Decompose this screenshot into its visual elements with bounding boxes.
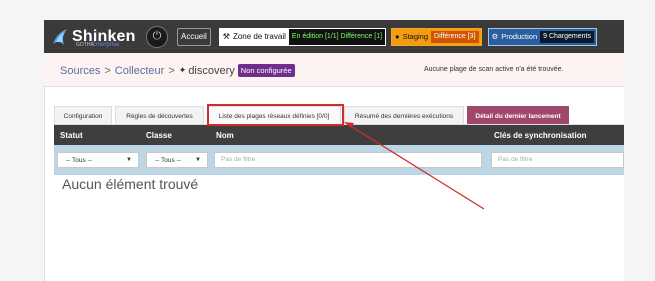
workspace-label: ⚒ Zone de travail xyxy=(219,28,289,45)
breadcrumb-separator: > xyxy=(168,64,175,77)
workspace-status: En édition [1/1] Différence [1] xyxy=(288,28,386,45)
staging-status: Différence [3] xyxy=(431,30,479,43)
breadcrumb-bar: Sources > Collecteur > ✦ discovery Non c… xyxy=(44,53,624,87)
workspace-button[interactable]: ⚒ Zone de travail En édition [1/1] Diffé… xyxy=(218,27,387,46)
top-navigation-bar: Shinken GOTHA Enterprise ⏻ Accueil ⚒ Zon… xyxy=(44,20,624,53)
status-filter-value: -- Tous -- xyxy=(66,156,92,164)
tab-discovery-rules[interactable]: Règles de découvertes xyxy=(115,106,204,125)
home-button[interactable]: Accueil xyxy=(177,27,211,46)
power-icon[interactable]: ⏻ xyxy=(146,25,168,48)
production-status: 9 Chargements xyxy=(540,30,594,43)
tab-bar: Configuration Règles de découvertes List… xyxy=(54,106,572,125)
table-header: Statut Classe Nom Clés de synchronisatio… xyxy=(54,125,624,145)
browser-viewport: Shinken GOTHA Enterprise ⏻ Accueil ⚒ Zon… xyxy=(0,0,655,281)
shinken-logo-icon xyxy=(53,28,67,45)
discovery-icon: ✦ xyxy=(178,65,187,75)
production-button[interactable]: ⚙ Production 9 Chargements xyxy=(487,27,597,46)
filter-row: -- Tous -- ▼ -- Tous -- ▼ Pas de filtre … xyxy=(54,145,624,175)
tab-last-run-detail[interactable]: Détail du dernier lancement xyxy=(467,106,569,125)
wrench-icon: ⚒ xyxy=(222,32,230,41)
breadcrumb-separator: > xyxy=(104,64,111,77)
staging-label-text: Staging xyxy=(402,32,429,41)
staging-label: ● Staging xyxy=(392,29,431,45)
name-filter-input[interactable]: Pas de filtre xyxy=(214,152,482,168)
tab-execution-summary[interactable]: Résumé des dernières exécutions xyxy=(344,106,464,125)
production-label-text: Production xyxy=(501,32,538,41)
sync-keys-filter-placeholder: Pas de filtre xyxy=(498,156,533,163)
status-badge: Non configurée xyxy=(237,64,295,77)
scan-range-message: Aucune plage de scan active n'a été trou… xyxy=(424,66,564,73)
tab-network-ranges[interactable]: Liste des plages réseaux définies [0/0] xyxy=(207,106,341,125)
staging-button[interactable]: ● Staging Différence [3] xyxy=(391,27,482,46)
sync-keys-filter-input[interactable]: Pas de filtre xyxy=(491,152,624,168)
class-filter-select[interactable]: -- Tous -- ▼ xyxy=(146,152,208,168)
class-filter-value: -- Tous -- xyxy=(155,156,181,164)
name-filter-placeholder: Pas de filtre xyxy=(221,156,256,163)
empty-state-message: Aucun élément trouvé xyxy=(62,176,199,192)
breadcrumb-discovery: discovery xyxy=(188,64,235,77)
chevron-down-icon: ▼ xyxy=(126,157,132,163)
production-label: ⚙ Production xyxy=(489,29,541,45)
status-filter-select[interactable]: -- Tous -- ▼ xyxy=(57,152,139,168)
staging-icon: ● xyxy=(395,32,400,41)
column-header-name[interactable]: Nom xyxy=(216,131,234,140)
tab-configuration[interactable]: Configuration xyxy=(54,106,112,125)
column-header-class[interactable]: Classe xyxy=(146,131,172,140)
production-icon: ⚙ xyxy=(491,32,499,41)
workspace-label-text: Zone de travail xyxy=(232,32,286,41)
column-header-status[interactable]: Statut xyxy=(60,131,83,140)
breadcrumb-collector[interactable]: Collecteur xyxy=(115,65,165,77)
column-header-sync-keys[interactable]: Clés de synchronisation xyxy=(494,131,586,140)
breadcrumb-sources[interactable]: Sources xyxy=(60,65,100,77)
logo-edition: Enterprise xyxy=(92,42,120,48)
chevron-down-icon: ▼ xyxy=(195,157,201,163)
breadcrumb: Sources > Collecteur > ✦ discovery Non c… xyxy=(60,64,295,77)
shinken-logo[interactable]: Shinken GOTHA Enterprise xyxy=(50,20,136,53)
